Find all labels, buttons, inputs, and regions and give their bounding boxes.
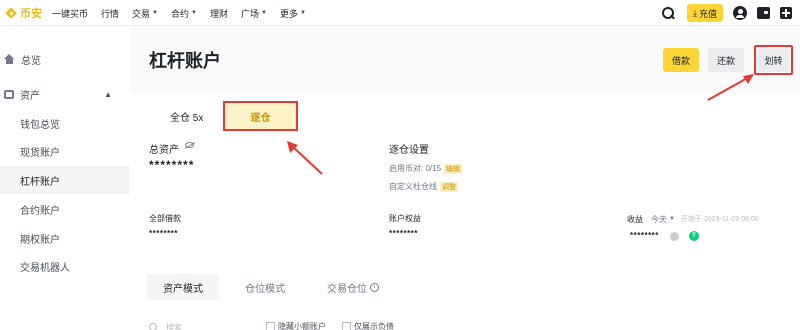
- sidebar-item-label: 杠杆账户: [20, 176, 60, 188]
- pnl-label: 收益: [627, 214, 643, 224]
- tab-isolated-margin[interactable]: 逐仓: [223, 101, 298, 131]
- nav-item-square[interactable]: 广场 ▼: [241, 7, 267, 20]
- account-equity-label: 账户权益: [389, 214, 421, 223]
- pnl-period-select[interactable]: 今天: [651, 214, 667, 225]
- sidebar-item-futures[interactable]: 合约账户: [0, 195, 130, 223]
- sidebar-item-label: 总览: [21, 55, 41, 67]
- tab-label: 交易仓位: [327, 283, 367, 295]
- chevron-down-icon: ▼: [261, 10, 267, 16]
- nav-item-label: 合约: [171, 8, 190, 19]
- tab-isolated-label: 逐仓: [250, 112, 271, 124]
- sidebar-item-options[interactable]: 期权账户: [0, 224, 130, 252]
- total-assets-value: ********: [149, 158, 195, 172]
- edit-pairs-link[interactable]: 编辑: [444, 164, 463, 174]
- pnl-analysis-icon[interactable]: T: [689, 231, 699, 241]
- brand-logo[interactable]: 币安: [4, 5, 42, 21]
- account-equity-value: ********: [389, 229, 418, 238]
- brand-name: 币安: [20, 8, 42, 20]
- nav-item-more[interactable]: 更多 ▼: [280, 7, 306, 20]
- chevron-down-icon: ▼: [299, 10, 306, 16]
- total-debt-label: 全部借款: [149, 214, 181, 223]
- search-placeholder: 搜索: [166, 322, 182, 330]
- deposit-button[interactable]: ⤓ 充值: [687, 4, 723, 22]
- tab-position-mode[interactable]: 仓位模式: [245, 274, 285, 300]
- top-navigation-bar: 币安 一键买币 行情 交易 ▼ 合约 ▼ 理财 广场 ▼ 更多 ▼ ⤓ 充值: [0, 0, 800, 26]
- sidebar-item-label: 资产: [20, 90, 40, 102]
- custom-liquidation-label: 自定义杜仓线: [389, 182, 437, 191]
- nav-item-label: 理财: [209, 8, 228, 19]
- top-right-actions: ⤓ 充值: [661, 3, 792, 23]
- sidebar-item-trading-bots[interactable]: 交易机器人: [0, 252, 130, 280]
- pnl-value: ********: [630, 231, 659, 240]
- nav-item-trade[interactable]: 交易 ▼: [132, 7, 158, 20]
- sidebar-item-margin[interactable]: 杠杆账户: [0, 166, 130, 194]
- main-content: 杠杆账户 借款 还款 划转 全仓 5x 逐仓 总资产 ******** 逐仓设置…: [130, 27, 800, 330]
- total-debt-value: ********: [149, 229, 178, 238]
- download-icon: ⤓: [693, 7, 697, 18]
- nav-item-earn[interactable]: 理财: [210, 7, 228, 20]
- chevron-up-icon: ▲: [104, 89, 112, 99]
- page-title: 杠杆账户: [149, 51, 221, 71]
- tab-cross-margin[interactable]: 全仓 5x: [170, 109, 203, 124]
- pnl-since: 开始于 2023-11-29 08:00: [680, 216, 759, 223]
- tab-label: 仓位模式: [245, 283, 285, 295]
- sidebar-item-label: 钱包总览: [20, 119, 60, 131]
- tab-trading-positions[interactable]: 交易仓位 i: [327, 274, 379, 300]
- chevron-down-icon: ▼: [152, 10, 158, 16]
- nav-item-futures[interactable]: 合约 ▼: [171, 7, 197, 20]
- hide-balance-icon[interactable]: [185, 142, 194, 148]
- nav-item-label: 交易: [132, 8, 151, 19]
- checkbox-label: 隐藏小额账户: [278, 322, 326, 330]
- tab-asset-mode[interactable]: 资产模式: [147, 274, 219, 300]
- nav-item-label: 行情: [101, 8, 120, 19]
- sidebar-item-spot[interactable]: 现货账户: [0, 137, 130, 165]
- sidebar-item-label: 期权账户: [20, 234, 60, 246]
- caret-down-icon[interactable]: ▼: [669, 216, 675, 222]
- show-debt-only-checkbox[interactable]: 仅展示负债: [342, 321, 394, 330]
- sidebar: 总览 资产 ▲ 钱包总览 现货账户 杠杆账户 合约账户 期权账户 交易机器人: [0, 27, 130, 330]
- checkbox-box: [266, 322, 275, 330]
- asset-search-input[interactable]: 搜索: [147, 318, 252, 330]
- user-profile-icon[interactable]: [733, 6, 747, 20]
- wallet-icon[interactable]: [757, 7, 770, 19]
- enabled-pairs-row: 启用币对: 0/15 编辑: [389, 163, 463, 174]
- nav-item-label: 一键买币: [52, 8, 89, 19]
- wallet-icon: [4, 89, 14, 99]
- pnl-header: 收益 今天 ▼ 开始于 2023-11-29 08:00: [627, 212, 759, 226]
- main-nav: 一键买币 行情 交易 ▼ 合约 ▼ 理财 广场 ▼ 更多 ▼: [52, 0, 319, 26]
- transfer-button[interactable]: 划转: [757, 48, 790, 72]
- nav-item-label: 广场: [240, 8, 259, 19]
- sidebar-item-label: 现货账户: [20, 147, 60, 159]
- search-icon: [149, 322, 158, 330]
- nav-item-label: 更多: [279, 8, 298, 19]
- tab-label: 资产模式: [163, 283, 203, 295]
- adjust-liquidation-link[interactable]: 调整: [440, 182, 458, 192]
- nav-item-buy-crypto[interactable]: 一键买币: [52, 7, 88, 20]
- info-icon[interactable]: i: [370, 282, 379, 292]
- download-app-icon[interactable]: [780, 7, 792, 19]
- borrow-button[interactable]: 借款: [663, 48, 699, 72]
- sidebar-item-label: 合约账户: [20, 205, 60, 217]
- binance-logo-icon: [4, 6, 18, 20]
- sidebar-item-wallet-overview[interactable]: 钱包总览: [0, 109, 130, 137]
- chevron-down-icon: ▼: [191, 10, 197, 16]
- info-circle-icon[interactable]: [670, 232, 679, 241]
- search-icon[interactable]: [661, 6, 675, 20]
- hide-small-balances-checkbox[interactable]: 隐藏小额账户: [266, 321, 326, 330]
- total-assets-label: 总资产: [149, 145, 179, 156]
- isolated-settings-title: 逐仓设置: [389, 145, 429, 156]
- custom-liquidation-row: 自定义杜仓线 调整: [389, 181, 458, 192]
- nav-item-markets[interactable]: 行情: [101, 7, 119, 20]
- page-header: [130, 27, 800, 93]
- checkbox-box: [342, 322, 351, 330]
- repay-button[interactable]: 还款: [708, 48, 744, 72]
- sidebar-item-overview[interactable]: 总览: [0, 45, 130, 73]
- deposit-label: 充值: [698, 8, 717, 19]
- enabled-pairs-label: 启用币对: 0/15: [389, 164, 442, 173]
- sidebar-item-assets[interactable]: 资产 ▲: [0, 80, 130, 108]
- home-icon: [4, 54, 15, 64]
- checkbox-label: 仅展示负债: [354, 322, 394, 330]
- sidebar-item-label: 交易机器人: [20, 262, 70, 274]
